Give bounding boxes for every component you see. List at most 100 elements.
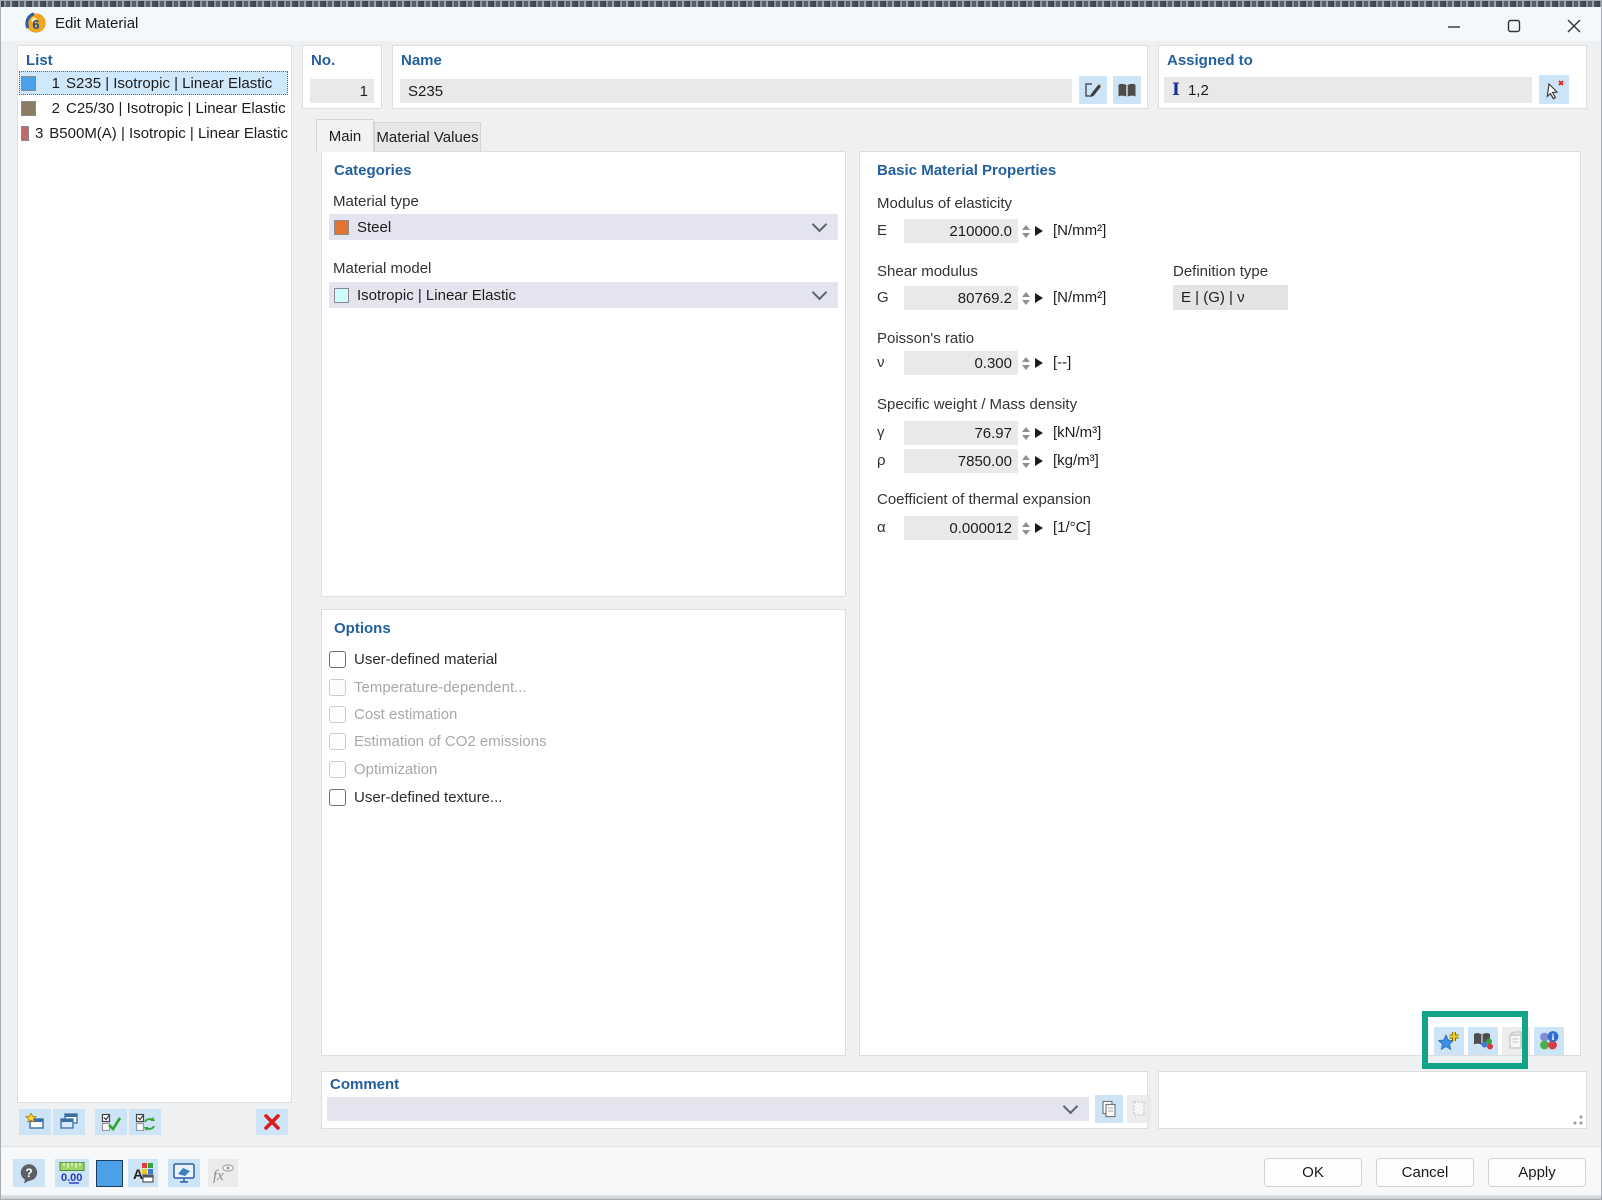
list-item-s235[interactable]: 1 S235 | Isotropic | Linear Elastic <box>19 71 288 95</box>
rename-icon[interactable] <box>1079 76 1107 104</box>
name-label: Name <box>401 52 442 69</box>
option-label: User-defined material <box>354 651 497 668</box>
material-type-swatch <box>334 220 349 235</box>
nu-spinner[interactable] <box>1019 351 1033 375</box>
options-header: Options <box>334 620 391 637</box>
maximize-icon[interactable] <box>1491 11 1537 41</box>
rho-input[interactable]: 7850.00 <box>904 449 1018 473</box>
nu-unit: [--] <box>1053 354 1071 371</box>
chevron-down-icon <box>812 217 828 233</box>
new-material-icon[interactable] <box>19 1109 51 1135</box>
rho-detail-arrow-icon[interactable] <box>1035 456 1043 466</box>
nu-detail-arrow-icon[interactable] <box>1035 358 1043 368</box>
poisson-label: Poisson's ratio <box>877 330 974 347</box>
option-label: Estimation of CO2 emissions <box>354 733 547 750</box>
comment-combo[interactable] <box>327 1097 1089 1121</box>
rho-spinner[interactable] <box>1019 449 1033 473</box>
assigned-label: Assigned to <box>1167 52 1253 69</box>
material-color-swatch <box>21 76 36 91</box>
thermal-label: Coefficient of thermal expansion <box>877 491 1091 508</box>
cancel-button[interactable]: Cancel <box>1376 1158 1474 1187</box>
check-apply-icon[interactable] <box>95 1109 127 1135</box>
window-bottom-edge <box>1 1195 1602 1200</box>
minimize-icon[interactable] <box>1431 11 1477 41</box>
list-header: List <box>26 52 53 69</box>
no-label: No. <box>311 52 335 69</box>
option-label: Cost estimation <box>354 706 457 723</box>
check-sync-icon[interactable] <box>129 1109 161 1135</box>
units-icon[interactable]: 0.00 <box>55 1159 89 1187</box>
rendering-icon[interactable] <box>168 1159 200 1187</box>
color-swatch-icon[interactable] <box>96 1160 123 1187</box>
tab-main[interactable]: Main <box>316 119 374 152</box>
e-symbol: E <box>877 222 887 239</box>
display-options-icon[interactable]: A <box>128 1159 158 1187</box>
material-list-panel: List <box>17 45 292 1103</box>
ok-button[interactable]: OK <box>1264 1158 1362 1187</box>
e-input[interactable]: 210000.0 <box>904 219 1018 243</box>
option-cost-estimation: Cost estimation <box>329 702 457 726</box>
g-symbol: G <box>877 289 889 306</box>
list-item-c2530[interactable]: 2 C25/30 | Isotropic | Linear Elastic <box>19 96 288 120</box>
option-user-defined-texture[interactable]: User-defined texture... <box>329 785 502 809</box>
modulus-label: Modulus of elasticity <box>877 195 1012 212</box>
checkbox-icon[interactable] <box>329 651 346 668</box>
copy-material-icon[interactable] <box>53 1109 85 1135</box>
g-detail-arrow-icon[interactable] <box>1035 293 1043 303</box>
apply-button[interactable]: Apply <box>1488 1158 1586 1187</box>
material-model-combo[interactable]: Isotropic | Linear Elastic <box>329 282 838 308</box>
gamma-spinner[interactable] <box>1019 421 1033 445</box>
assigned-input[interactable]: I 1,2 <box>1164 77 1532 103</box>
rho-unit: [kg/m³] <box>1053 452 1099 469</box>
help-icon[interactable]: ? <box>13 1159 45 1187</box>
resize-grip-icon[interactable] <box>1573 1115 1583 1125</box>
checkbox-icon[interactable] <box>329 789 346 806</box>
no-input[interactable]: 1 <box>310 79 374 103</box>
option-label: Temperature-dependent... <box>354 679 527 696</box>
checkbox-icon <box>329 679 346 696</box>
formula-icon: fx <box>208 1159 238 1187</box>
title-bar[interactable]: 6 Edit Material <box>1 7 1602 41</box>
tab-main-label: Main <box>329 128 362 145</box>
nu-symbol: ν <box>877 354 885 371</box>
list-item-index: 2 <box>42 100 60 117</box>
gamma-detail-arrow-icon[interactable] <box>1035 428 1043 438</box>
option-user-defined-material[interactable]: User-defined material <box>329 647 497 671</box>
nu-input[interactable]: 0.300 <box>904 351 1018 375</box>
e-detail-arrow-icon[interactable] <box>1035 226 1043 236</box>
tab-material-values[interactable]: Material Values <box>374 122 481 152</box>
svg-text:A: A <box>133 1166 143 1182</box>
rho-symbol: ρ <box>877 452 886 469</box>
annotation-highlight <box>1422 1011 1528 1069</box>
e-spinner[interactable] <box>1019 219 1033 243</box>
delete-icon[interactable] <box>256 1109 288 1135</box>
window-title: Edit Material <box>55 15 138 32</box>
library-book-icon[interactable] <box>1113 76 1141 104</box>
info-colors-icon[interactable]: i <box>1534 1027 1564 1055</box>
pick-objects-icon[interactable] <box>1539 75 1569 104</box>
option-temperature-dependent: Temperature-dependent... <box>329 675 527 699</box>
assigned-value: 1,2 <box>1188 82 1209 99</box>
gamma-input[interactable]: 76.97 <box>904 421 1018 445</box>
list-item-label: S235 | Isotropic | Linear Elastic <box>66 75 272 92</box>
list-item-index: 1 <box>42 75 60 92</box>
g-spinner[interactable] <box>1019 286 1033 310</box>
checkbox-icon <box>329 761 346 778</box>
comment-copy-icon[interactable] <box>1095 1095 1123 1123</box>
list-item-b500m[interactable]: 3 B500M(A) | Isotropic | Linear Elastic <box>19 121 288 145</box>
categories-header: Categories <box>334 162 412 179</box>
name-input[interactable]: S235 <box>400 79 1072 103</box>
alpha-spinner[interactable] <box>1019 516 1033 540</box>
material-model-swatch <box>334 288 349 303</box>
material-model-value: Isotropic | Linear Elastic <box>357 287 516 304</box>
close-icon[interactable] <box>1551 11 1597 41</box>
alpha-symbol: α <box>877 519 886 536</box>
edit-material-dialog: 6 Edit Material List 1 S235 | Isotropic … <box>0 0 1602 1200</box>
alpha-unit: [1/°C] <box>1053 519 1091 536</box>
alpha-input[interactable]: 0.000012 <box>904 516 1018 540</box>
material-type-combo[interactable]: Steel <box>329 214 838 240</box>
member-glyph: I <box>1172 80 1180 100</box>
alpha-detail-arrow-icon[interactable] <box>1035 523 1043 533</box>
g-input[interactable]: 80769.2 <box>904 286 1018 310</box>
material-type-value: Steel <box>357 219 391 236</box>
